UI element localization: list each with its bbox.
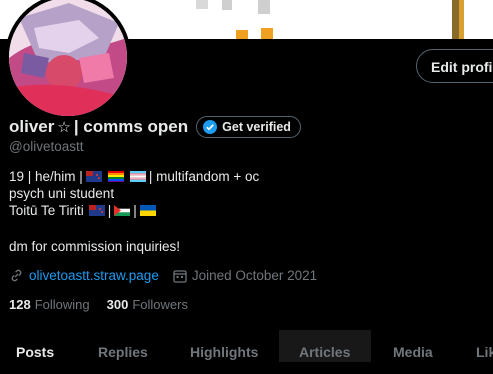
bio-dm-line: dm for commission inquiries!: [9, 239, 181, 254]
following-label: Following: [34, 297, 90, 312]
avatar[interactable]: [5, 0, 131, 120]
tab-likes[interactable]: Likes: [476, 330, 493, 362]
bio: 19 | he/him | | multifandom + oc psych u…: [9, 168, 259, 219]
display-name-star: ☆: [57, 119, 71, 136]
palestine-flag-icon: [114, 205, 131, 216]
calendar-icon: [173, 269, 187, 283]
following-count: 128: [9, 297, 31, 312]
profile-link[interactable]: olivetoastt.straw.page: [29, 268, 159, 283]
followers-label: Followers: [132, 297, 188, 312]
get-verified-button[interactable]: Get verified: [196, 116, 301, 138]
followers-link[interactable]: 300 Followers: [107, 297, 188, 312]
verified-badge-icon: [203, 120, 218, 134]
avatar-image: [9, 0, 127, 116]
edit-profile-button[interactable]: Edit profile: [416, 49, 493, 83]
profile-tabs: Posts Replies Highlights Articles Media …: [0, 330, 493, 362]
bio-line-2: psych uni student: [9, 186, 115, 201]
ukraine-flag-icon: [139, 205, 156, 216]
bio-separator: |: [133, 203, 137, 218]
display-name: oliver: [9, 117, 55, 136]
bio-separator: |: [107, 203, 112, 218]
tab-posts[interactable]: Posts: [16, 330, 54, 362]
name-row: oliver ☆ | comms open Get verified: [9, 116, 301, 138]
tab-replies[interactable]: Replies: [98, 330, 148, 362]
bio-line-3-prefix: Toitū Te Tiriti: [9, 203, 84, 218]
tab-articles[interactable]: Articles: [299, 330, 350, 362]
following-link[interactable]: 128 Following: [9, 297, 90, 312]
bio-line-1-prefix: 19 | he/him |: [9, 169, 83, 184]
trans-flag-icon: [129, 171, 146, 182]
get-verified-label: Get verified: [222, 120, 291, 134]
joined-date: Joined October 2021: [191, 268, 318, 283]
bio-line-3: Toitū Te Tiriti | |: [9, 202, 259, 219]
link-icon: [11, 269, 22, 282]
tab-highlights[interactable]: Highlights: [190, 330, 258, 362]
profile-meta: olivetoastt.straw.page Joined October 20…: [9, 268, 317, 283]
followers-count: 300: [106, 297, 129, 312]
bio-line-1-suffix: | multifandom + oc: [148, 169, 260, 184]
tab-media[interactable]: Media: [393, 330, 433, 362]
nz-flag-icon: [85, 171, 102, 182]
nz-flag-icon: [88, 205, 105, 216]
rainbow-flag-icon: [107, 171, 124, 182]
follow-counts: 128 Following 300 Followers: [9, 297, 205, 312]
handle: @olivetoastt: [9, 139, 84, 154]
bio-line-1: 19 | he/him | | multifandom + oc: [9, 168, 259, 185]
display-name-suffix: | comms open: [73, 117, 189, 136]
